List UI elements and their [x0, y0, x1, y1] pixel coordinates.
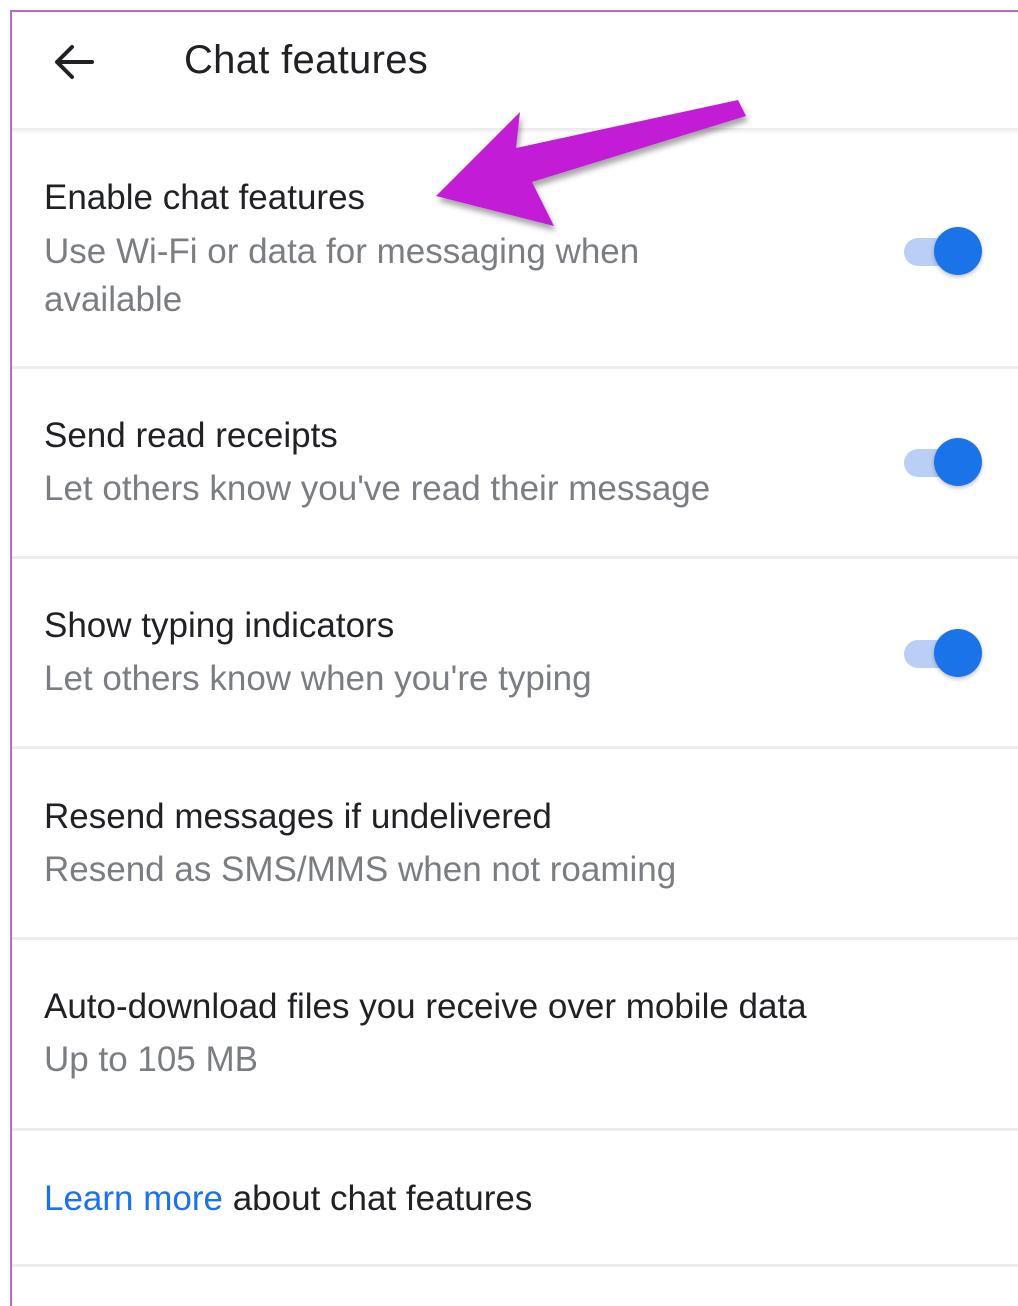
setting-subtitle: Let others know when you're typing	[44, 659, 592, 698]
learn-more-link[interactable]: Learn more	[44, 1179, 223, 1218]
setting-title: Send read receipts	[44, 416, 338, 455]
toggle-thumb	[934, 227, 982, 275]
learn-more-rest: about chat features	[222, 1179, 533, 1218]
learn-more-row: Learn more about chat features	[12, 1131, 1018, 1264]
toggle-thumb	[934, 438, 982, 486]
setting-title: Resend messages if undelivered	[44, 797, 552, 836]
setting-title: Auto-download files you receive over mob…	[44, 987, 807, 1026]
read-receipts-toggle[interactable]	[904, 435, 988, 489]
enable-chat-toggle[interactable]	[904, 224, 988, 278]
settings-screen: Chat features Enable chat features Use W…	[0, 0, 1018, 1306]
setting-title: Show typing indicators	[44, 606, 395, 645]
setting-auto-download[interactable]: Auto-download files you receive over mob…	[12, 940, 1018, 1128]
setting-subtitle: Up to 105 MB	[44, 1040, 258, 1079]
learn-more-text: Learn more about chat features	[44, 1179, 532, 1219]
divider	[12, 1264, 1018, 1267]
setting-subtitle: Use Wi-Fi or data for messaging when ava…	[44, 232, 640, 319]
setting-resend-messages[interactable]: Resend messages if undelivered Resend as…	[12, 749, 1018, 937]
arrow-back-icon	[55, 45, 94, 79]
toggle-thumb	[934, 629, 982, 677]
back-button[interactable]	[42, 34, 106, 90]
setting-title: Enable chat features	[44, 178, 366, 217]
setting-subtitle: Let others know you've read their messag…	[44, 469, 711, 508]
setting-send-read-receipts[interactable]: Send read receipts Let others know you'v…	[12, 369, 1018, 556]
typing-indicators-toggle[interactable]	[904, 626, 988, 680]
setting-subtitle: Resend as SMS/MMS when not roaming	[44, 850, 677, 889]
setting-show-typing-indicators[interactable]: Show typing indicators Let others know w…	[12, 559, 1018, 746]
page-title: Chat features	[184, 38, 429, 82]
purple-arrow-icon	[436, 100, 746, 226]
